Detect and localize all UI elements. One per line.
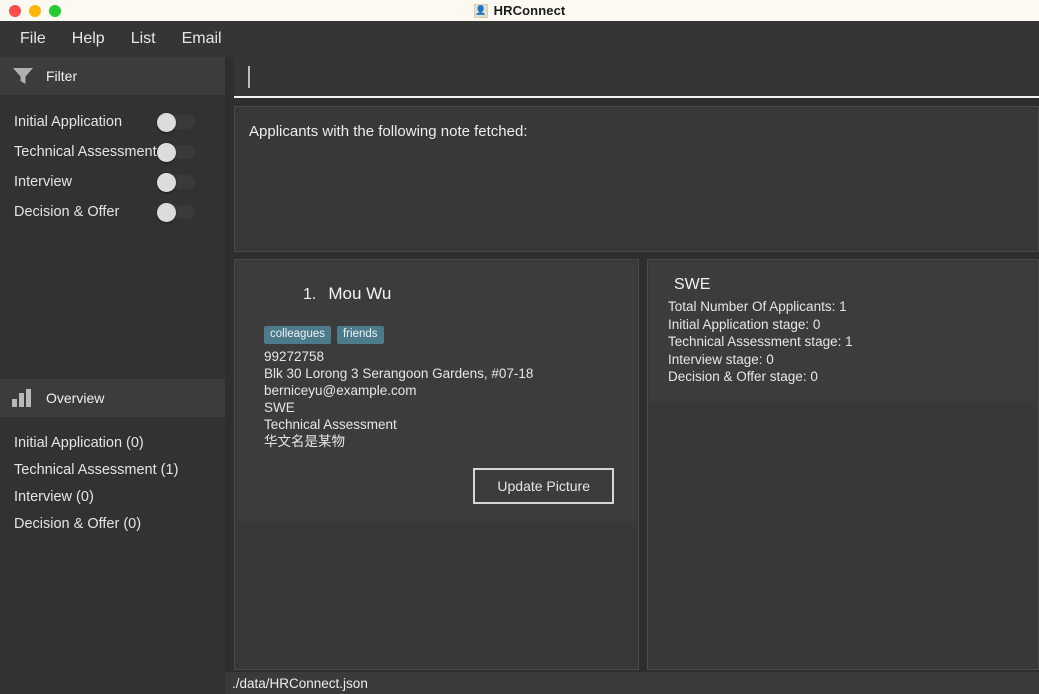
applicant-email: berniceyu@example.com xyxy=(264,382,417,398)
applicant-card-actions: Update Picture xyxy=(251,467,622,504)
close-button[interactable] xyxy=(9,4,21,17)
result-panel: Applicants with the following note fetch… xyxy=(234,106,1039,252)
status-bar-left-spacer xyxy=(0,672,225,694)
overview-item-decision-offer[interactable]: Decision & Offer (0) xyxy=(0,510,225,537)
filter-header-label: Filter xyxy=(46,68,78,84)
bar-chart-icon xyxy=(12,389,34,407)
filter-label: Decision & Offer xyxy=(14,204,120,220)
applicant-note: 华文名是某物 xyxy=(264,433,345,449)
statistics-panel: SWE Total Number Of Applicants: 1 Initia… xyxy=(647,259,1039,670)
stat-initial-application: Initial Application stage: 0 xyxy=(668,316,821,332)
filter-row-initial-application[interactable]: Initial Application xyxy=(0,107,225,137)
applicant-index: 1. xyxy=(303,286,317,303)
toggle-initial-application[interactable] xyxy=(157,112,197,132)
main-content: Applicants with the following note fetch… xyxy=(225,57,1039,672)
overview-header-label: Overview xyxy=(46,390,105,406)
filter-row-decision-offer[interactable]: Decision & Offer xyxy=(0,197,225,227)
stat-total-applicants: Total Number Of Applicants: 1 xyxy=(668,299,847,314)
filter-label: Initial Application xyxy=(14,114,123,130)
maximize-button[interactable] xyxy=(49,4,61,17)
window-controls xyxy=(9,4,61,17)
filter-row-interview[interactable]: Interview xyxy=(0,167,225,197)
tag-friends[interactable]: friends xyxy=(336,326,384,344)
menu-item-help[interactable]: Help xyxy=(62,26,115,52)
filter-row-technical-assessment[interactable]: Technical Assessment xyxy=(0,137,225,167)
text-caret xyxy=(248,65,250,88)
stat-interview: Interview stage: 0 xyxy=(668,351,774,367)
toggle-technical-assessment[interactable] xyxy=(157,142,197,162)
menu-item-list[interactable]: List xyxy=(121,26,166,52)
stat-decision-offer: Decision & Offer stage: 0 xyxy=(668,369,818,384)
window-title: HRConnect xyxy=(493,3,566,18)
statistics-title: SWE xyxy=(674,276,711,293)
update-picture-button[interactable]: Update Picture xyxy=(473,467,614,504)
applicant-title: 1. Mou Wu xyxy=(251,284,622,304)
applicant-list-panel: 1. Mou Wu colleagues friends 99272758 Bl… xyxy=(234,259,639,670)
applicant-address: Blk 30 Lorong 3 Serangoon Gardens, #07-1… xyxy=(264,365,534,381)
menu-item-file[interactable]: File xyxy=(10,26,56,52)
applicant-stage: Technical Assessment xyxy=(264,416,397,432)
person-icon: 👤 xyxy=(473,3,488,18)
applicant-tags: colleagues friends xyxy=(251,326,622,344)
overview-list: Initial Application (0) Technical Assess… xyxy=(0,429,225,537)
toggle-knob xyxy=(157,142,176,162)
title-bar: 👤 HRConnect xyxy=(0,0,1039,21)
overview-item-technical-assessment[interactable]: Technical Assessment (1) xyxy=(0,456,225,483)
tag-colleagues[interactable]: colleagues xyxy=(264,326,331,344)
toggle-knob xyxy=(157,112,176,132)
title-center: 👤 HRConnect xyxy=(0,3,1039,18)
filter-label: Interview xyxy=(14,174,73,190)
statistics-inner: SWE Total Number Of Applicants: 1 Initia… xyxy=(650,262,1036,402)
menu-bar: File Help List Email xyxy=(0,21,1039,57)
command-input[interactable] xyxy=(234,57,1039,98)
sidebar: Filter Initial Application Technical Ass… xyxy=(0,57,225,672)
status-bar-path: ./data/HRConnect.json xyxy=(232,675,368,691)
toggle-decision-offer[interactable] xyxy=(157,202,197,222)
toggle-interview[interactable] xyxy=(157,172,197,192)
app-window: 👤 HRConnect File Help List Email Filter … xyxy=(0,0,1039,694)
menu-item-email[interactable]: Email xyxy=(172,26,232,52)
minimize-button[interactable] xyxy=(29,4,41,17)
status-bar: ./data/HRConnect.json xyxy=(225,672,1039,694)
overview-header: Overview xyxy=(0,379,225,417)
toggle-knob xyxy=(157,202,176,222)
filter-label: Technical Assessment xyxy=(14,144,157,160)
overview-item-initial-application[interactable]: Initial Application (0) xyxy=(0,429,225,456)
applicant-role: SWE xyxy=(264,399,295,415)
filter-list: Initial Application Technical Assessment… xyxy=(0,95,225,227)
applicant-card[interactable]: 1. Mou Wu colleagues friends 99272758 Bl… xyxy=(237,262,636,522)
applicant-name: Mou Wu xyxy=(328,284,392,303)
funnel-icon xyxy=(13,68,33,84)
lower-section: 1. Mou Wu colleagues friends 99272758 Bl… xyxy=(234,259,1039,670)
overview-item-interview[interactable]: Interview (0) xyxy=(0,483,225,510)
result-message: Applicants with the following note fetch… xyxy=(249,123,528,140)
applicant-phone: 99272758 xyxy=(264,348,325,364)
stat-technical-assessment: Technical Assessment stage: 1 xyxy=(668,334,853,349)
filter-header: Filter xyxy=(0,57,225,95)
toggle-knob xyxy=(157,172,176,192)
